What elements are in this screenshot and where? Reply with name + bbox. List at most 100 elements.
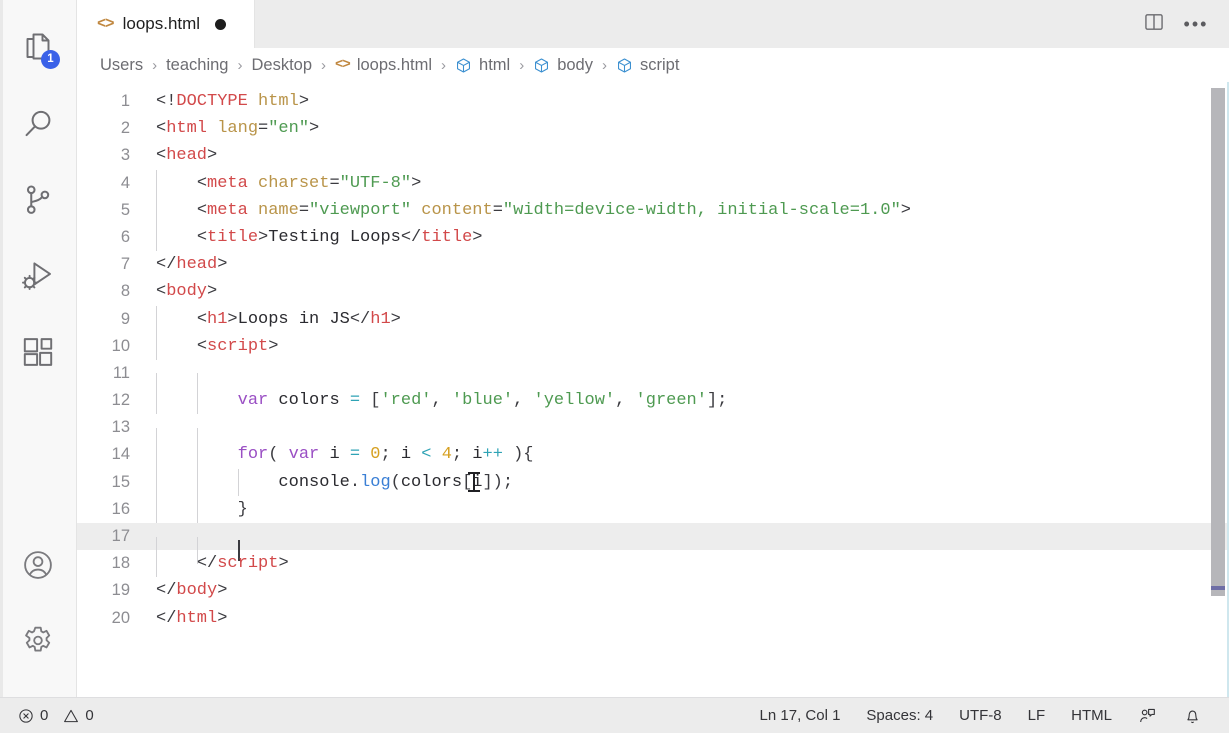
sidebar-item-extensions[interactable]: [0, 314, 76, 390]
token-punc: >: [207, 146, 218, 166]
breadcrumb-item-body[interactable]: body: [532, 56, 594, 75]
status-encoding[interactable]: UTF-8: [946, 707, 1015, 724]
line-number: 19: [111, 581, 130, 600]
code-tokens: </body>: [156, 581, 227, 600]
token-punc: ,: [431, 391, 452, 411]
code-line[interactable]: 18 </script>: [77, 550, 1229, 578]
indent-guide: [156, 223, 157, 252]
code-line[interactable]: 15 console.log(colors[i]);: [77, 468, 1229, 496]
code-line[interactable]: 14 for( var i = 0; i < 4; i++ ){: [77, 441, 1229, 469]
breadcrumb-item-html[interactable]: html: [454, 56, 511, 75]
token-var: i: [472, 445, 483, 465]
status-feedback[interactable]: [1125, 706, 1170, 725]
token-tag: html: [176, 608, 218, 628]
breadcrumb-label: body: [557, 55, 593, 74]
code-line[interactable]: 7 </head>: [77, 251, 1229, 278]
encoding-label: UTF-8: [959, 707, 1002, 724]
sidebar-item-accounts[interactable]: [0, 527, 76, 603]
code-line[interactable]: 3 <head>: [77, 142, 1229, 169]
status-eol[interactable]: LF: [1015, 707, 1059, 724]
token-attr: charset: [247, 173, 330, 193]
token-punc: >: [411, 173, 422, 193]
sidebar-item-source-control[interactable]: [0, 162, 76, 238]
token-punc: =: [329, 173, 340, 193]
token-punc: ,: [513, 391, 534, 411]
code-line[interactable]: 20 </html>: [77, 605, 1229, 632]
token-punc: >: [207, 282, 218, 302]
token-var: console: [278, 472, 350, 492]
token-punc: [: [462, 472, 473, 492]
code-tokens: <script>: [156, 337, 279, 356]
line-number: 4: [120, 173, 130, 192]
sidebar-item-search[interactable]: [0, 86, 76, 162]
code-line[interactable]: 6 <title>Testing Loops</title>: [77, 223, 1229, 252]
breadcrumb-item-desktop[interactable]: Desktop: [250, 56, 313, 75]
token-tag: script: [217, 554, 279, 574]
editor-actions: •••: [1137, 0, 1229, 48]
source-control-icon: [20, 182, 56, 218]
activity-bar-bottom-group: [0, 527, 76, 697]
indent-guide: [196, 495, 198, 523]
code-line[interactable]: 16 }: [77, 495, 1229, 523]
tab-loops-html[interactable]: <> loops.html: [77, 0, 255, 48]
code-line[interactable]: 4 <meta charset="UTF-8">: [77, 169, 1229, 197]
status-language-mode[interactable]: HTML: [1058, 707, 1125, 724]
code-viewport: 1 <!DOCTYPE html> 2 <html lang="en"> 3 <head>…: [77, 82, 1229, 697]
status-cursor-position[interactable]: Ln 17, Col 1: [747, 707, 854, 724]
line-content: </head>: [155, 251, 1229, 278]
code-tokens: <h1>Loops in JS</h1>: [156, 310, 401, 329]
code-line[interactable]: 13: [77, 414, 1229, 456]
breadcrumb-separator: ›: [519, 56, 525, 74]
line-content: for( var i = 0; i < 4; i++ ){: [155, 441, 1229, 469]
code-line[interactable]: 9 <h1>Loops in JS</h1>: [77, 305, 1229, 333]
code-line[interactable]: 11: [77, 360, 1229, 401]
line-content: var colors = ['red', 'blue', 'yellow', '…: [155, 387, 1229, 415]
editor-tab-bar: <> loops.html •••: [77, 0, 1229, 48]
token-punc: >: [217, 581, 228, 601]
token-attr: lang: [207, 119, 259, 139]
breadcrumb-item-users[interactable]: Users: [99, 56, 144, 75]
editor-group: <> loops.html ••• Users › teaching › Des…: [77, 0, 1229, 697]
token-var: colors: [268, 391, 350, 411]
sidebar-item-explorer[interactable]: 1: [0, 10, 76, 86]
code-line[interactable]: 2 <html lang="en">: [77, 115, 1229, 142]
token-punc: >: [258, 227, 269, 247]
status-problems[interactable]: 0 0: [18, 707, 102, 724]
token-tag: meta: [207, 173, 248, 193]
code-line[interactable]: 12 var colors = ['red', 'blue', 'yellow'…: [77, 387, 1229, 415]
status-notifications[interactable]: [1170, 706, 1215, 725]
more-actions-button[interactable]: •••: [1179, 7, 1213, 41]
breadcrumb-item-script[interactable]: script: [615, 56, 680, 75]
indent-guide: [196, 441, 198, 469]
status-indentation[interactable]: Spaces: 4: [853, 707, 946, 724]
indent-guide: [196, 468, 198, 496]
breadcrumb-item-teaching[interactable]: teaching: [165, 56, 229, 75]
gear-icon: [21, 624, 55, 658]
split-editor-button[interactable]: [1137, 7, 1171, 41]
breadcrumb-item-loops-html[interactable]: <> loops.html: [334, 56, 433, 75]
account-icon: [21, 548, 55, 582]
code-tokens: var colors = ['red', 'blue', 'yellow', '…: [156, 391, 728, 411]
code-line[interactable]: 1 <!DOCTYPE html>: [77, 88, 1229, 115]
status-bar-left: 0 0: [18, 707, 102, 724]
line-number: 12: [111, 391, 130, 410]
vertical-scrollbar[interactable]: [1209, 82, 1229, 697]
token-kw: var: [288, 445, 320, 465]
token-tag: head: [166, 146, 208, 166]
scrollbar-thumb[interactable]: [1211, 88, 1225, 597]
unsaved-indicator-dot[interactable]: [215, 18, 227, 30]
code-tokens: <html lang="en">: [156, 119, 319, 138]
sidebar-item-run-and-debug[interactable]: [0, 238, 76, 314]
line-number: 9: [120, 309, 130, 328]
code-editor[interactable]: 1 <!DOCTYPE html> 2 <html lang="en"> 3 <head>…: [77, 82, 1229, 697]
indentation-label: Spaces: 4: [866, 707, 934, 724]
code-line[interactable]: 5 <meta name="viewport" content="width=d…: [77, 196, 1229, 224]
code-line[interactable]: 17: [77, 523, 1229, 564]
token-punc: </: [156, 255, 177, 275]
token-punc: >: [227, 309, 238, 329]
code-line[interactable]: 8 <body>: [77, 278, 1229, 305]
code-line[interactable]: 10 <script>: [77, 332, 1229, 360]
code-line[interactable]: 19 </body>: [77, 577, 1229, 604]
split-editor-icon: [1143, 11, 1165, 38]
sidebar-item-manage-settings[interactable]: [0, 603, 76, 679]
